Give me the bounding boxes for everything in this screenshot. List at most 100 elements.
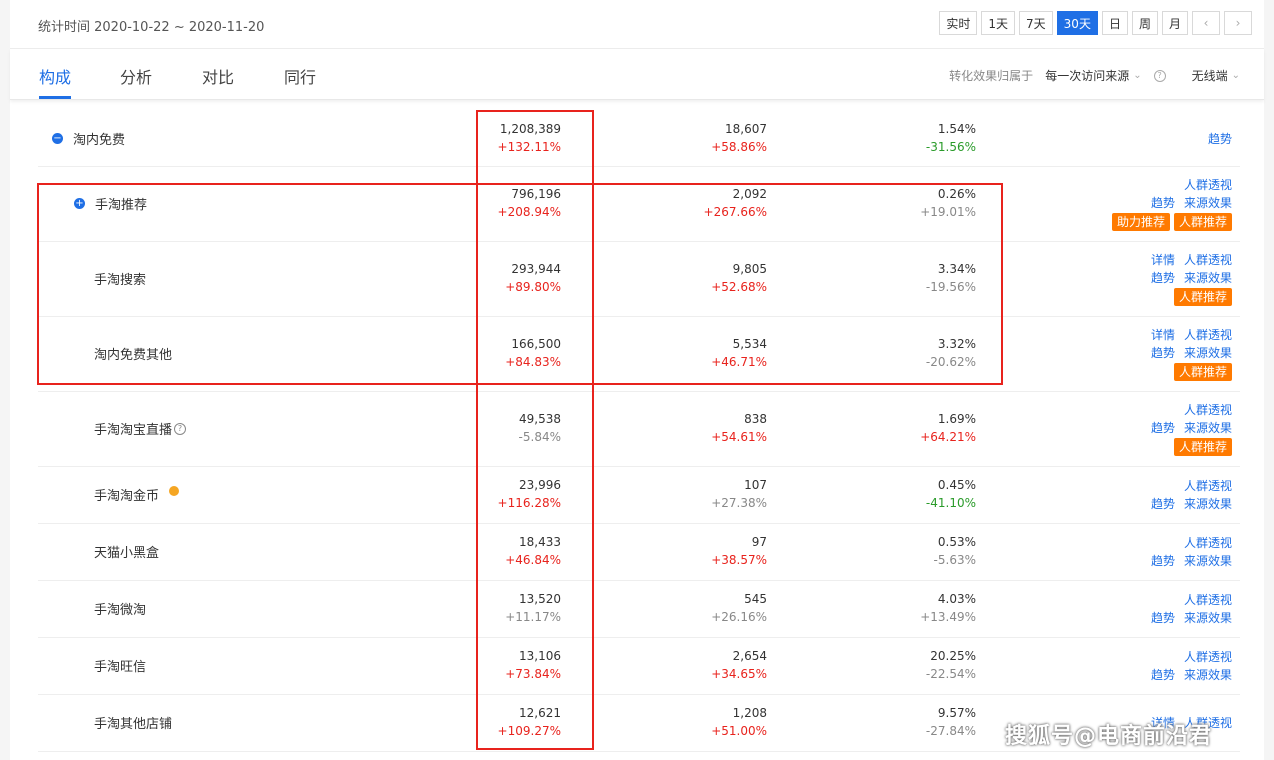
- attribution-value: 每一次访问来源: [1045, 69, 1130, 83]
- action-link[interactable]: 人群透视: [1184, 477, 1232, 495]
- recommend-button[interactable]: 人群推荐: [1173, 438, 1232, 456]
- action-link[interactable]: 趋势: [1151, 666, 1175, 684]
- metric-value: 2,654: [732, 649, 767, 663]
- metric-cell-3: 4.03% +13.49%: [920, 590, 976, 626]
- recommend-button[interactable]: 人群推荐: [1173, 363, 1232, 381]
- action-link[interactable]: 趋势: [1151, 344, 1175, 362]
- metric-cell-3: 9.57% -27.84%: [926, 704, 976, 740]
- metric-change: +54.61%: [711, 430, 767, 444]
- period-month-button[interactable]: 月: [1161, 11, 1188, 35]
- new-badge-dot: [169, 485, 180, 496]
- table-row: 手淘淘金币 23,996 +116.28% 107 +27.38% 0.45% -41.10…: [38, 466, 1240, 524]
- action-link[interactable]: 来源效果: [1184, 344, 1232, 362]
- metric-cell-2: 2,654 +34.65%: [711, 647, 767, 683]
- metric-value: 838: [744, 412, 767, 426]
- date-range: 统计时间 2020-10-22 ~ 2020-11-20: [38, 20, 265, 35]
- action-link[interactable]: 人群透视: [1184, 326, 1232, 344]
- metric-cell-2: 545 +26.16%: [711, 590, 767, 626]
- tab-compare[interactable]: 对比: [202, 64, 234, 88]
- period-selector: 实时 1天 7天 30天 日 周 月 ‹ ›: [939, 11, 1252, 35]
- attribution-select[interactable]: 每一次访问来源 ⌄: [1045, 67, 1141, 84]
- action-link[interactable]: 来源效果: [1184, 495, 1232, 513]
- period-7day-button[interactable]: 7天: [1019, 11, 1053, 35]
- metric-cell-2: 1,208 +51.00%: [711, 704, 767, 740]
- metric-value: 4.03%: [937, 592, 976, 606]
- source-name-cell: 手淘旺信: [94, 637, 146, 694]
- action-link[interactable]: 趋势: [1151, 552, 1175, 570]
- action-link[interactable]: 人群透视: [1184, 534, 1232, 552]
- action-link[interactable]: 人群透视: [1184, 251, 1232, 269]
- table-row: 天猫小黑盒 18,433 +46.84% 97 +38.57% 0.53% -5.63% 人群…: [38, 523, 1240, 581]
- recommend-button[interactable]: 人群推荐: [1173, 288, 1232, 306]
- metric-change: +27.38%: [711, 496, 767, 510]
- highlight-rows-box: [37, 183, 1003, 385]
- chevron-down-icon: ⌄: [1133, 70, 1142, 81]
- action-link[interactable]: 人群透视: [1184, 401, 1232, 419]
- action-link[interactable]: 人群透视: [1184, 176, 1232, 194]
- action-link[interactable]: 来源效果: [1184, 194, 1232, 212]
- row-actions: 人群透视 趋势 来源效果: [1151, 534, 1232, 570]
- period-realtime-button[interactable]: 实时: [939, 11, 978, 35]
- action-link[interactable]: 趋势: [1151, 194, 1175, 212]
- metric-cell-2: 838 +54.61%: [711, 410, 767, 446]
- device-select[interactable]: 无线端 ⌄: [1192, 67, 1240, 84]
- traffic-source-panel: 统计时间 2020-10-22 ~ 2020-11-20 实时 1天 7天 30…: [10, 0, 1264, 760]
- source-name: 手淘微淘: [94, 603, 147, 618]
- row-actions: 人群透视 趋势 来源效果 人群推荐: [1151, 401, 1232, 456]
- metric-value: 97: [751, 535, 767, 549]
- metric-cell-2: 97 +38.57%: [711, 533, 767, 569]
- top-bar: 统计时间 2020-10-22 ~ 2020-11-20 实时 1天 7天 30…: [10, 0, 1264, 49]
- action-link[interactable]: 来源效果: [1184, 552, 1232, 570]
- action-link[interactable]: 趋势: [1151, 419, 1175, 437]
- row-actions: 详情 人群透视 趋势 来源效果 人群推荐: [1151, 326, 1232, 381]
- source-name-cell: 手淘其他店铺: [94, 694, 172, 751]
- source-name: 淘内免费: [73, 133, 126, 148]
- action-link[interactable]: 详情: [1151, 326, 1175, 344]
- source-name: 手淘其他店铺: [94, 717, 173, 732]
- next-period-button[interactable]: ›: [1224, 11, 1252, 35]
- help-icon[interactable]: ?: [174, 422, 187, 435]
- action-link[interactable]: 来源效果: [1184, 666, 1232, 684]
- tab-analysis[interactable]: 分析: [120, 64, 152, 88]
- recommend-button[interactable]: 人群推荐: [1173, 213, 1232, 231]
- action-link[interactable]: 趋势: [1151, 495, 1175, 513]
- collapse-icon[interactable]: −: [52, 133, 63, 144]
- action-link[interactable]: 趋势: [1151, 609, 1175, 627]
- table-row: − 淘内免费 1,208,389 +132.11% 18,607 +58.86% 1.54%…: [38, 111, 1240, 167]
- action-link[interactable]: 趋势: [1151, 269, 1175, 287]
- prev-period-button[interactable]: ‹: [1192, 11, 1220, 35]
- metric-value: 107: [744, 478, 767, 492]
- action-link[interactable]: 来源效果: [1184, 419, 1232, 437]
- tab-peers[interactable]: 同行: [284, 64, 316, 88]
- row-actions: 详情 人群透视 趋势 来源效果 人群推荐: [1151, 251, 1232, 306]
- period-day-button[interactable]: 日: [1101, 11, 1128, 35]
- row-actions: 趋势: [1208, 130, 1232, 148]
- metric-change: -27.84%: [925, 724, 976, 738]
- action-link[interactable]: 来源效果: [1184, 269, 1232, 287]
- period-30day-button[interactable]: 30天: [1056, 11, 1098, 35]
- device-value: 无线端: [1191, 69, 1228, 83]
- action-link[interactable]: 趋势: [1208, 130, 1232, 148]
- action-link[interactable]: 来源效果: [1184, 609, 1232, 627]
- source-name-cell: − 淘内免费: [52, 111, 125, 166]
- source-name-cell: 天猫小黑盒: [94, 523, 159, 580]
- active-tab-indicator: [39, 96, 71, 99]
- tab-composition[interactable]: 构成: [39, 64, 71, 88]
- metric-change: +34.65%: [711, 667, 767, 681]
- metric-change: +13.49%: [920, 610, 976, 624]
- metric-value: 1.54%: [937, 122, 976, 136]
- source-name-cell: 手淘淘金币: [94, 466, 180, 523]
- action-link[interactable]: 人群透视: [1184, 591, 1232, 609]
- recommend-button[interactable]: 助力推荐: [1111, 213, 1170, 231]
- table-row: 手淘淘宝直播? 49,538 -5.84% 838 +54.61% 1.69% +64.21…: [38, 391, 1240, 467]
- help-icon[interactable]: ?: [1153, 69, 1166, 82]
- metric-change: -22.54%: [925, 667, 976, 681]
- tabs-bar: 构成 分析 对比 同行 转化效果归属于 每一次访问来源 ⌄ ? 无线端 ⌄: [10, 49, 1264, 100]
- action-link[interactable]: 详情: [1151, 251, 1175, 269]
- metric-value: 9.57%: [937, 706, 976, 720]
- source-name-cell: 手淘淘宝直播?: [94, 391, 187, 466]
- metric-cell-3: 0.45% -41.10%: [926, 476, 976, 512]
- action-link[interactable]: 人群透视: [1184, 648, 1232, 666]
- period-week-button[interactable]: 周: [1131, 11, 1158, 35]
- period-1day-button[interactable]: 1天: [981, 11, 1016, 35]
